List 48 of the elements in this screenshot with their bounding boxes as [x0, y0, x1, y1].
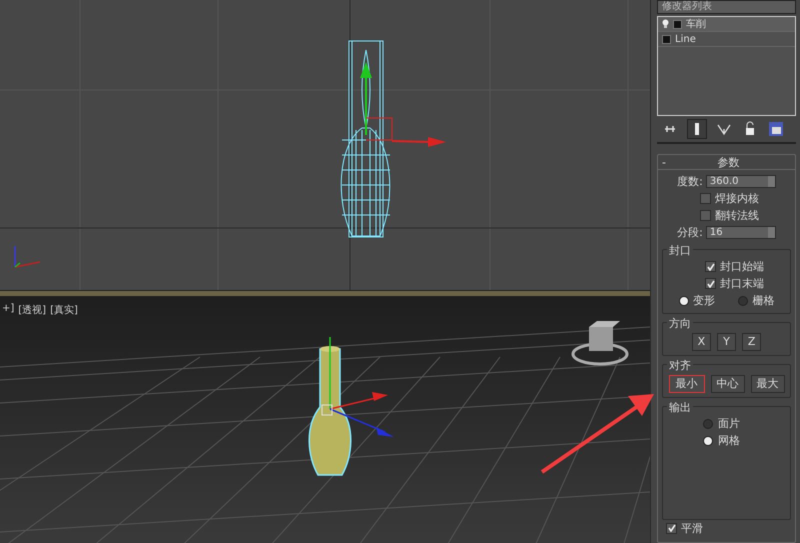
radio-label: 栅格 — [752, 293, 774, 308]
align-button[interactable]: 最小 — [668, 375, 704, 393]
settings-icon[interactable] — [767, 120, 785, 138]
checkbox-label: 焊接内核 — [715, 191, 759, 206]
axis-tripod-icon — [14, 246, 40, 268]
radio-label: 网格 — [718, 433, 740, 448]
checkbox[interactable] — [705, 261, 716, 272]
stack-item[interactable]: 车削 — [658, 17, 795, 32]
viewport-label[interactable]: +] — [2, 303, 14, 317]
field-label: 度数: — [677, 174, 703, 189]
group-title: 方向 — [667, 316, 693, 331]
radio-button[interactable] — [678, 296, 689, 306]
lightbulb-icon[interactable] — [662, 19, 669, 29]
radio-button[interactable] — [738, 296, 748, 306]
stack-item-label: 车削 — [686, 18, 706, 31]
checkbox[interactable] — [700, 193, 711, 204]
radio-label: 变形 — [692, 293, 715, 308]
axis-button[interactable]: X — [692, 333, 712, 351]
rollout-title[interactable]: 参数 — [666, 154, 791, 170]
checkbox-label: 封口末端 — [720, 276, 764, 291]
axis-button[interactable]: Z — [742, 333, 762, 351]
checkbox-label: 平滑 — [681, 520, 703, 536]
degrees-spinner[interactable]: 360.0 — [706, 175, 776, 188]
group-title: 输出 — [667, 400, 693, 415]
bar-icon[interactable] — [687, 119, 707, 139]
stack-item-label: Line — [675, 34, 696, 44]
align-button[interactable]: 中心 — [710, 375, 744, 393]
align-button[interactable]: 最大 — [750, 375, 784, 393]
checkbox[interactable] — [705, 278, 716, 289]
stack-item[interactable]: Line — [658, 32, 795, 47]
viewport-label[interactable]: [真实] — [50, 303, 78, 317]
radio-label: 面片 — [718, 416, 740, 431]
radio-button[interactable] — [703, 436, 713, 446]
segments-spinner[interactable]: 16 — [706, 226, 776, 239]
group-title: 封口 — [667, 243, 693, 258]
radio-button[interactable] — [703, 418, 713, 428]
modifier-list-dropdown[interactable]: 修改器列表 — [657, 0, 796, 14]
collapse-toggle[interactable]: - — [662, 156, 666, 168]
viewport-label[interactable]: [透视] — [18, 303, 46, 317]
perspective-viewport[interactable]: +] [透视] [真实] — [0, 297, 650, 543]
group-title: 对齐 — [667, 358, 693, 373]
checkbox[interactable] — [700, 210, 711, 221]
checkbox-label: 封口始端 — [720, 259, 764, 274]
axis-button[interactable]: Y — [717, 333, 736, 351]
checkbox[interactable] — [666, 522, 677, 534]
checkbox-label: 翻转法线 — [715, 208, 759, 223]
field-label: 分段: — [677, 225, 703, 240]
viewcube-icon — [572, 321, 628, 366]
